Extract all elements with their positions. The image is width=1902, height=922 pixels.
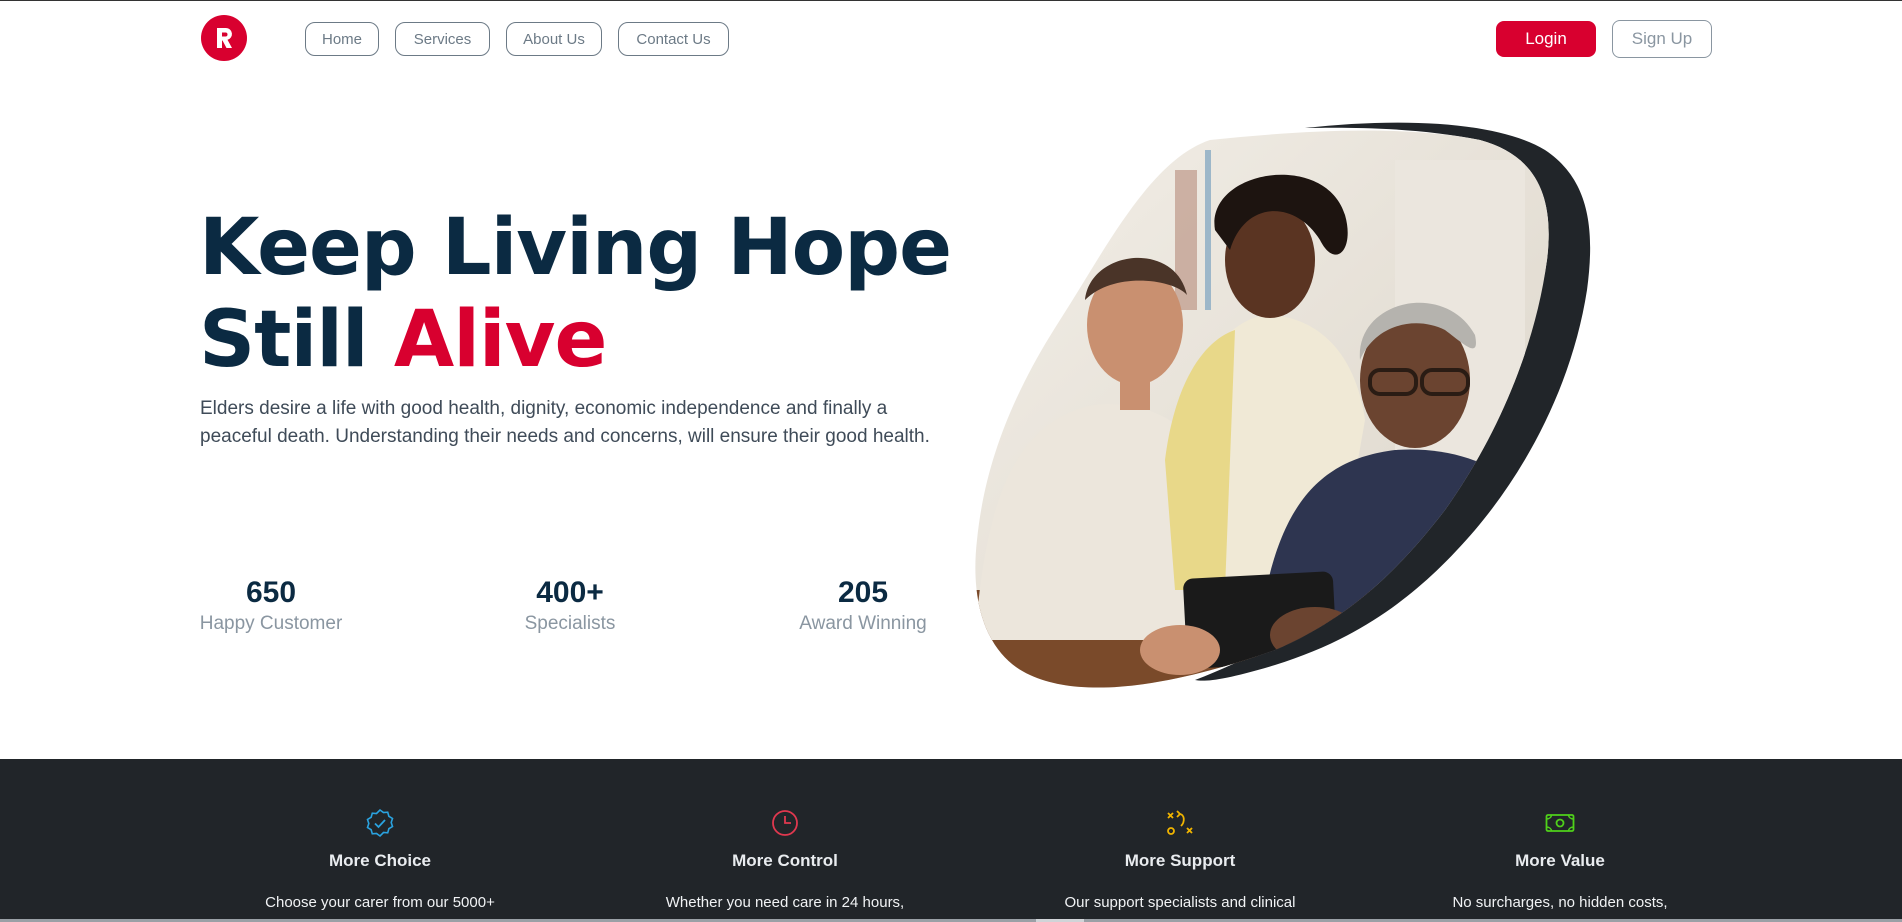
signup-button[interactable]: Sign Up xyxy=(1612,20,1712,58)
stat-award-winning: 205 Award Winning xyxy=(797,574,929,636)
stat-label: Happy Customer xyxy=(199,613,343,634)
cash-icon xyxy=(1545,814,1575,832)
hero-description: Elders desire a life with good health, d… xyxy=(200,398,930,447)
stat-value: 205 xyxy=(837,576,889,609)
feature-title: More Choice xyxy=(328,851,432,870)
feature-text: No surcharges, no hidden costs, xyxy=(1452,894,1668,911)
nav-about-us[interactable]: About Us xyxy=(506,22,602,56)
hero-title-line1: Keep Living Hope xyxy=(199,203,952,293)
feature-title: More Value xyxy=(1515,851,1605,870)
feature-title: More Control xyxy=(732,851,838,870)
hero-title-accent: Alive xyxy=(393,295,608,385)
brand-logo[interactable] xyxy=(201,15,247,61)
stat-happy-customer: 650 Happy Customer xyxy=(199,574,343,636)
hero-title: Keep Living Hope Still Alive xyxy=(199,202,952,386)
stat-specialists: 400+ Specialists xyxy=(520,574,620,636)
logo-r-icon xyxy=(217,28,232,48)
hero-photo-illustration xyxy=(975,122,1591,688)
stat-label: Award Winning xyxy=(799,613,927,634)
nav-services[interactable]: Services xyxy=(395,22,490,56)
feature-text: Our support specialists and clinical xyxy=(1064,894,1296,911)
hero-title-line2: Still xyxy=(199,295,394,385)
feature-title: More Support xyxy=(1124,851,1236,870)
stat-value: 650 xyxy=(245,576,297,609)
stat-value: 400+ xyxy=(536,576,604,609)
nav-contact-us[interactable]: Contact Us xyxy=(618,22,729,56)
features-section: More Choice Choose your carer from our 5… xyxy=(0,759,1902,922)
feature-text: Choose your carer from our 5000+ xyxy=(265,894,495,911)
login-button[interactable]: Login xyxy=(1496,21,1596,57)
badge-check-icon xyxy=(366,808,394,838)
strategy-icon xyxy=(1167,810,1193,835)
navbar: Home Services About Us Contact Us Login … xyxy=(0,0,1902,78)
feature-text: Whether you need care in 24 hours, xyxy=(665,894,905,911)
clock-icon xyxy=(772,810,798,836)
stat-label: Specialists xyxy=(524,613,616,634)
nav-home[interactable]: Home xyxy=(305,22,379,56)
hero-image xyxy=(975,120,1595,715)
